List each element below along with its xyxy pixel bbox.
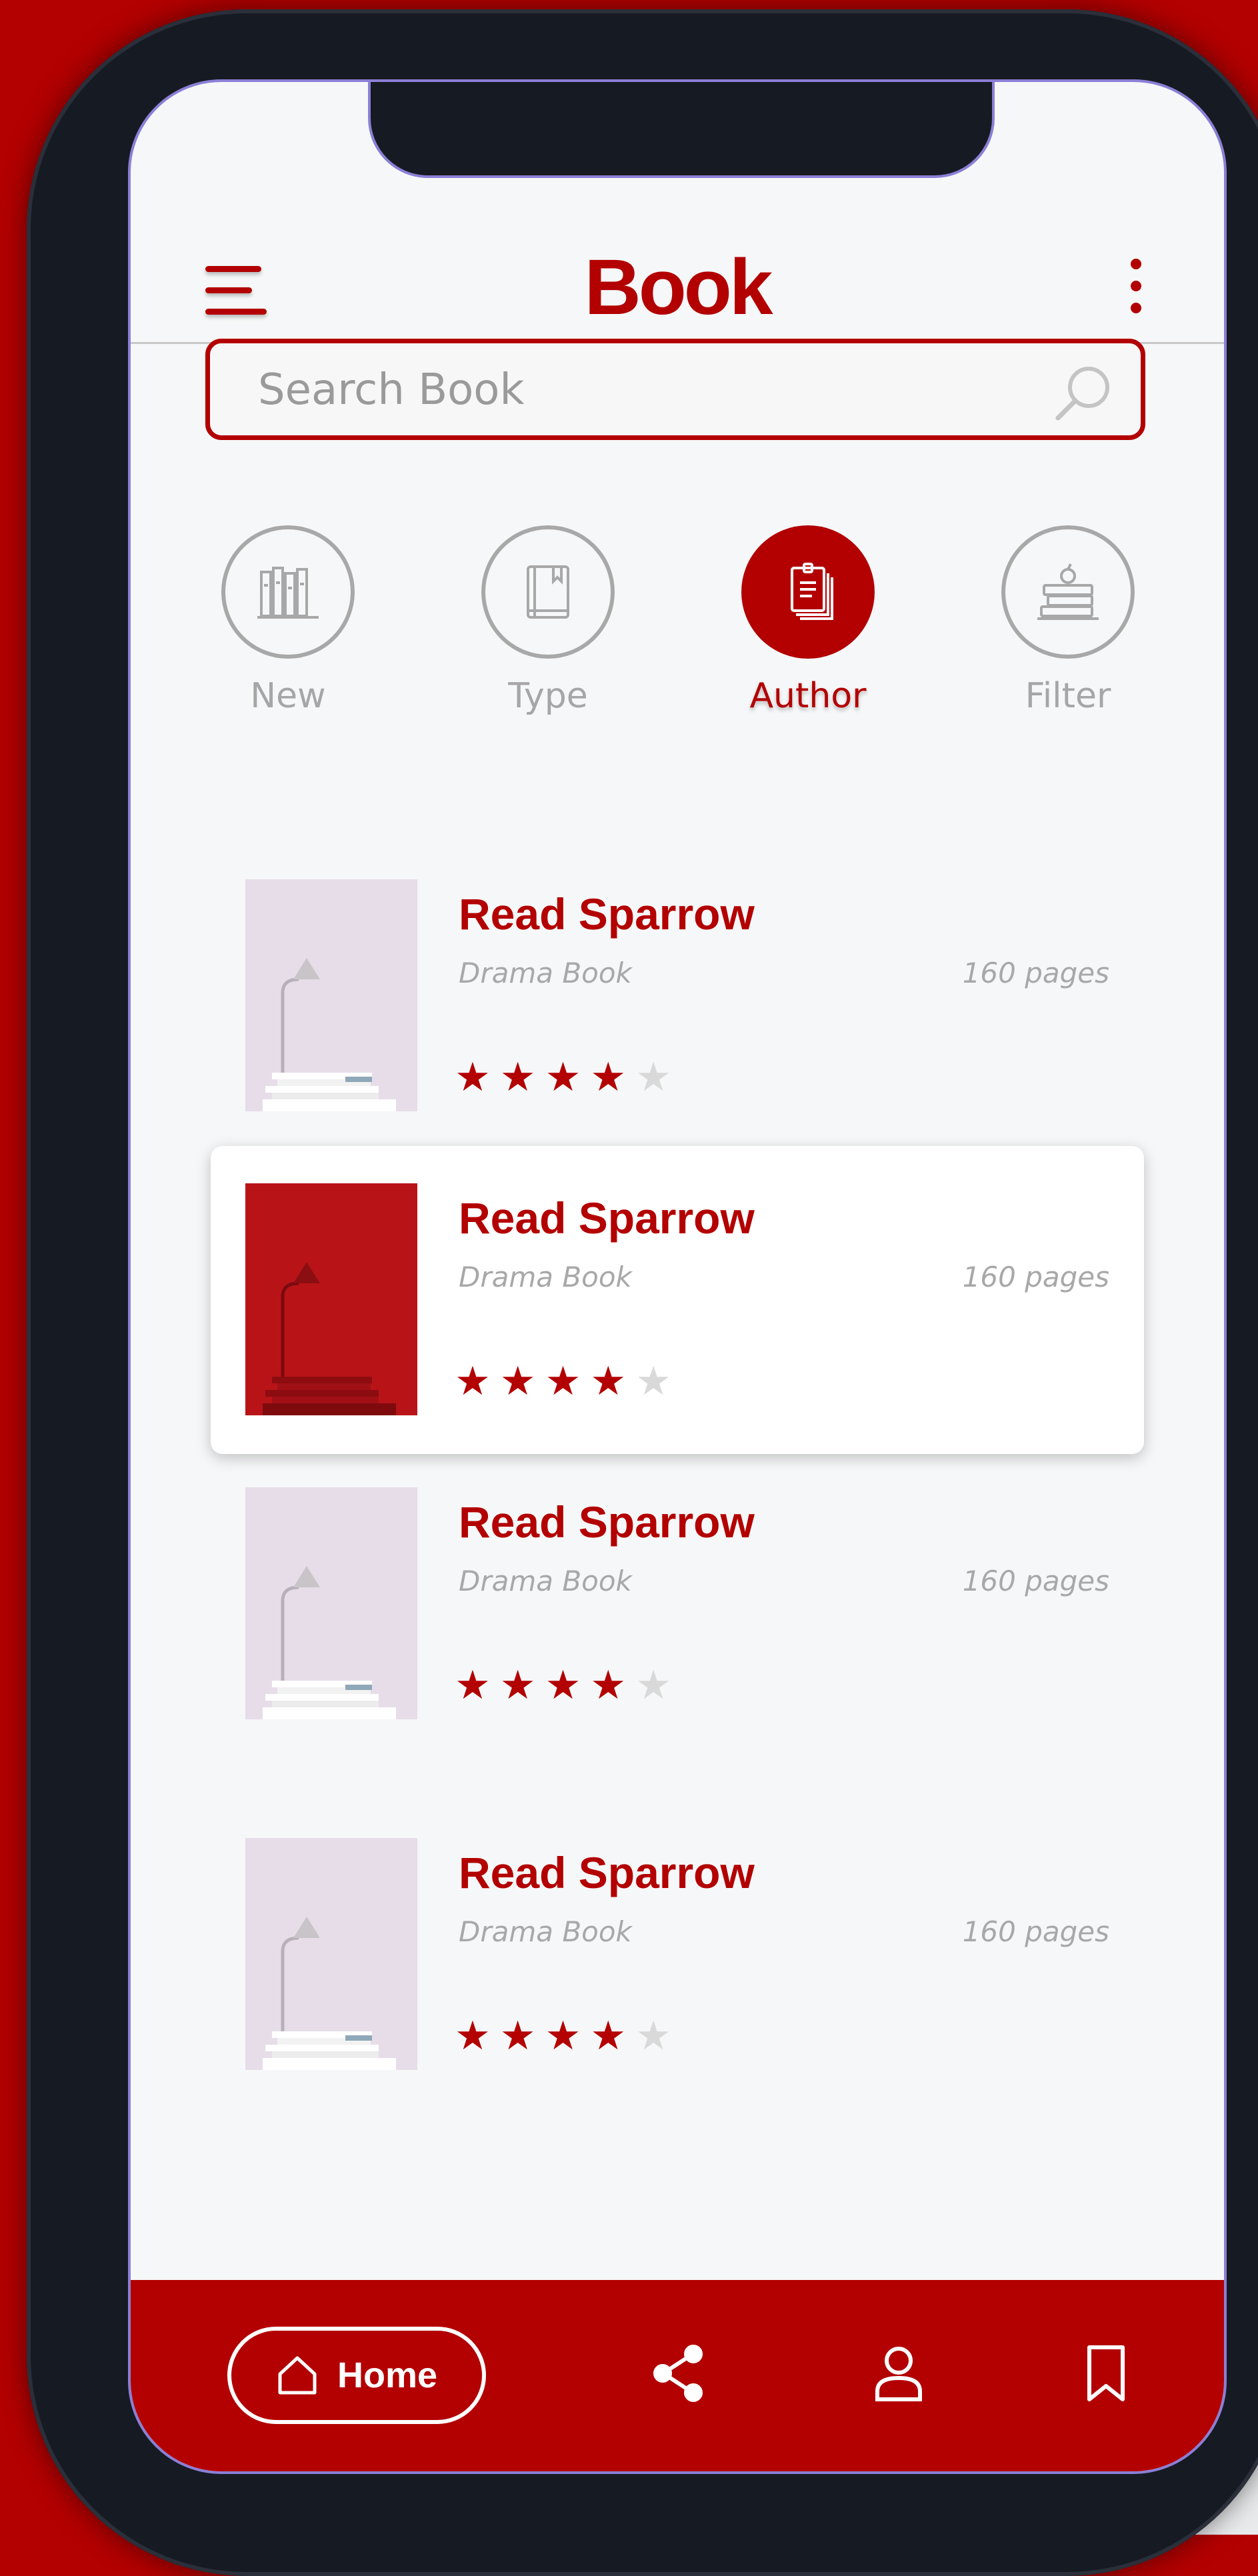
user-icon[interactable] <box>871 2343 927 2403</box>
star-empty-icon: ★ <box>635 1358 681 1405</box>
lamp-books-illustration <box>263 1566 396 1719</box>
app-logo: Book <box>584 243 773 331</box>
star-filled-icon: ★ <box>590 1662 636 1709</box>
phone-frame: Book New <box>27 9 1258 2576</box>
book-genre: Drama Book <box>459 957 632 989</box>
book-genre: Drama Book <box>459 1565 632 1597</box>
category-label: Filter <box>1025 676 1111 716</box>
book-title: Read Sparrow <box>459 1848 755 1897</box>
book-cover <box>245 1487 417 1719</box>
category-label: Author <box>749 676 867 716</box>
star-filled-icon: ★ <box>455 1054 500 1101</box>
star-rating: ★★★★★ <box>455 1662 681 1709</box>
category-author[interactable]: Author <box>735 525 881 716</box>
book-card[interactable]: Read Sparrow Drama Book 160 pages ★★★★★ <box>211 1450 1144 1758</box>
star-filled-icon: ★ <box>590 1054 636 1101</box>
share-icon[interactable] <box>649 2343 709 2403</box>
star-filled-icon: ★ <box>499 1662 545 1709</box>
lamp-books-illustration <box>263 958 396 1111</box>
star-filled-icon: ★ <box>545 1662 591 1709</box>
star-rating: ★★★★★ <box>455 1358 681 1405</box>
book-pages: 160 pages <box>962 1565 1109 1597</box>
star-empty-icon: ★ <box>635 1054 681 1101</box>
star-empty-icon: ★ <box>635 2013 681 2059</box>
more-options-icon[interactable] <box>1123 259 1149 325</box>
bookmark-icon[interactable] <box>1083 2343 1129 2403</box>
category-filter[interactable]: Filter <box>995 525 1141 716</box>
book-card-selected[interactable]: Read Sparrow Drama Book 160 pages ★★★★★ <box>211 1146 1144 1454</box>
home-button[interactable]: Home <box>227 2327 486 2424</box>
book-pages: 160 pages <box>962 957 1109 989</box>
book-pages: 160 pages <box>962 1915 1109 1948</box>
app-header: Book <box>131 202 1224 344</box>
category-label: New <box>250 676 326 716</box>
star-filled-icon: ★ <box>545 2013 591 2059</box>
book-icon <box>527 565 569 619</box>
books-apple-icon <box>1037 563 1099 620</box>
star-rating: ★★★★★ <box>455 2013 681 2059</box>
star-filled-icon: ★ <box>455 2013 500 2059</box>
star-filled-icon: ★ <box>545 1054 591 1101</box>
category-type[interactable]: Type <box>475 525 621 716</box>
category-new[interactable]: New <box>215 525 361 716</box>
lamp-books-illustration <box>263 1262 396 1415</box>
star-filled-icon: ★ <box>455 1358 500 1405</box>
search-icon[interactable] <box>1053 362 1114 423</box>
app-screen: Book New <box>128 79 1227 2474</box>
bottom-nav-bar: Home <box>131 2280 1224 2471</box>
star-filled-icon: ★ <box>499 1054 545 1101</box>
book-cover <box>245 879 417 1111</box>
star-rating: ★★★★★ <box>455 1054 681 1101</box>
lamp-books-illustration <box>263 1917 396 2070</box>
book-pages: 160 pages <box>962 1261 1109 1293</box>
book-card[interactable]: Read Sparrow Drama Book 160 pages ★★★★★ <box>211 842 1144 1150</box>
star-filled-icon: ★ <box>590 2013 636 2059</box>
home-icon <box>278 2356 317 2395</box>
star-filled-icon: ★ <box>455 1662 500 1709</box>
star-filled-icon: ★ <box>545 1358 591 1405</box>
category-label: Type <box>508 676 588 716</box>
device-notch <box>368 82 995 178</box>
book-cover <box>245 1838 417 2070</box>
search-input[interactable] <box>257 343 1026 437</box>
book-cover <box>245 1183 417 1415</box>
book-title: Read Sparrow <box>459 1193 755 1243</box>
book-title: Read Sparrow <box>459 1497 755 1547</box>
star-empty-icon: ★ <box>635 1662 681 1709</box>
star-filled-icon: ★ <box>499 1358 545 1405</box>
category-bar: New Type Author Filter <box>131 525 1224 732</box>
document-stack-icon <box>791 563 833 620</box>
star-filled-icon: ★ <box>499 2013 545 2059</box>
bookshelf-icon <box>257 567 319 619</box>
book-genre: Drama Book <box>459 1261 632 1293</box>
star-filled-icon: ★ <box>590 1358 636 1405</box>
book-genre: Drama Book <box>459 1915 632 1948</box>
book-card[interactable]: Read Sparrow Drama Book 160 pages ★★★★★ <box>211 1801 1144 2109</box>
search-box[interactable] <box>205 339 1145 440</box>
home-label: Home <box>337 2355 438 2395</box>
book-title: Read Sparrow <box>459 889 755 939</box>
